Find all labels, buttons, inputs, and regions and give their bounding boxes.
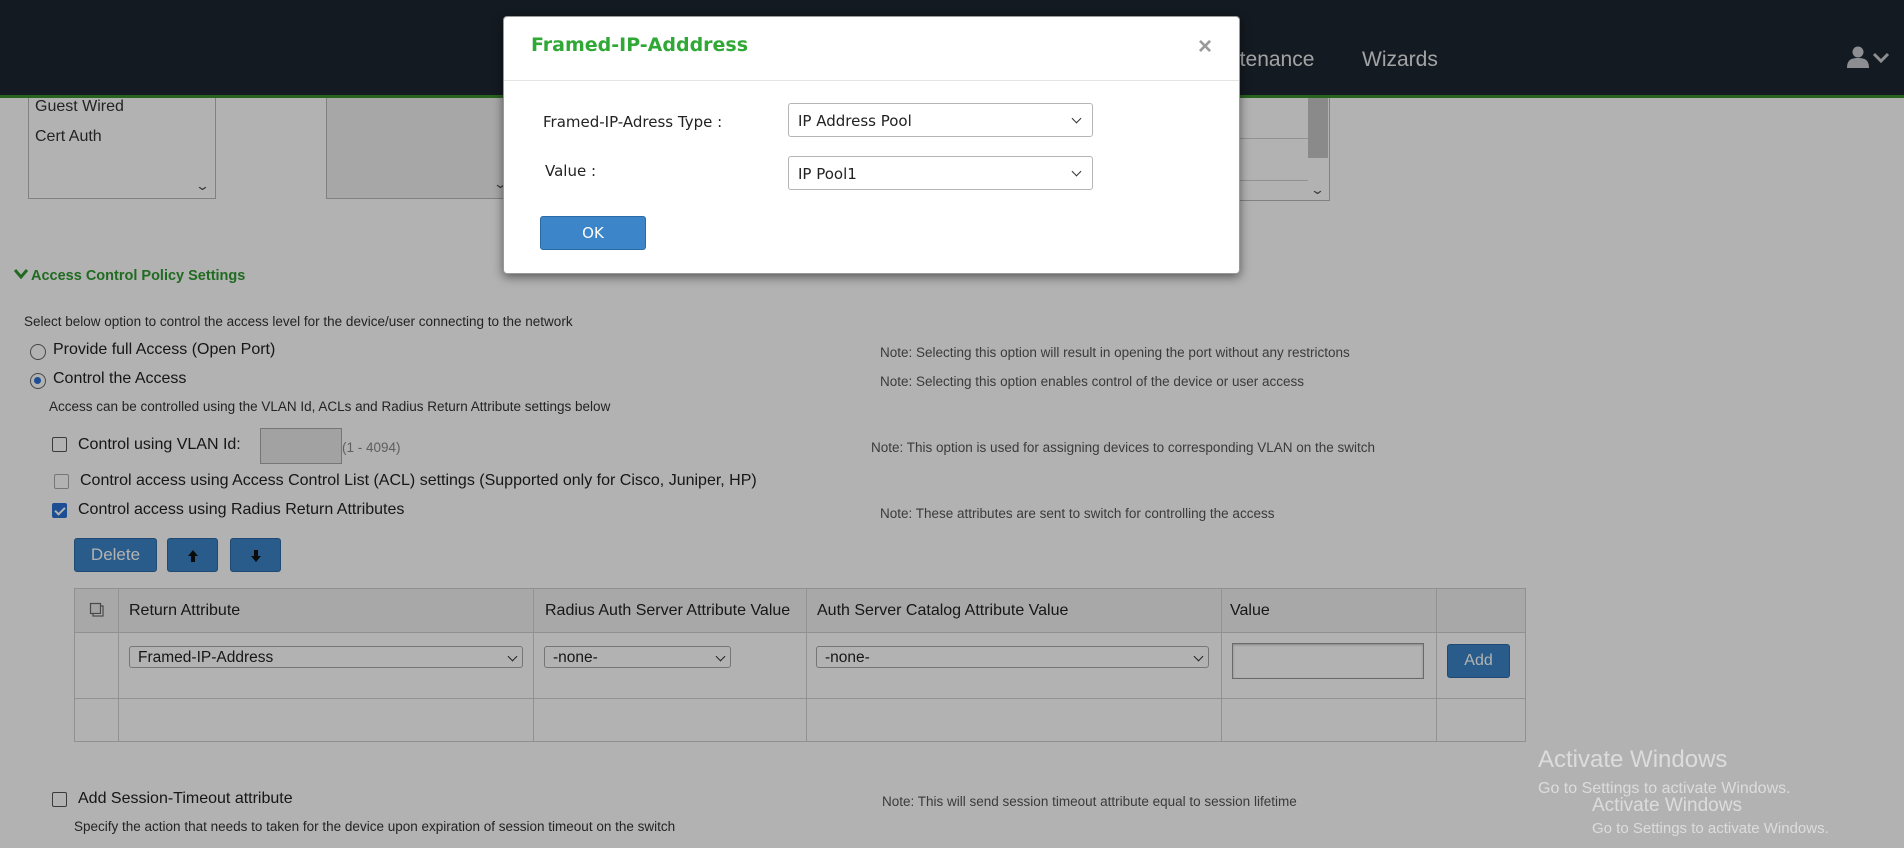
ok-button[interactable]: OK [540, 216, 646, 250]
chevron-down-icon [1071, 113, 1082, 124]
ip-pool-value: IP Pool1 [798, 165, 857, 183]
ip-type-label: Framed-IP-Adress Type : [543, 113, 723, 131]
dialog-divider [504, 80, 1239, 81]
dialog-title: Framed-IP-Adddress [531, 34, 749, 56]
ip-type-value: IP Address Pool [798, 112, 912, 130]
activate-windows-subtitle: Go to Settings to activate Windows. [1592, 820, 1829, 837]
value-label: Value : [545, 162, 597, 180]
framed-ip-address-dialog: Framed-IP-Adddress × Framed-IP-Adress Ty… [503, 16, 1240, 274]
ip-pool-select[interactable]: IP Pool1 [788, 156, 1093, 190]
activate-windows-title: Activate Windows [1592, 795, 1742, 816]
close-icon[interactable]: × [1198, 33, 1212, 61]
ip-type-select[interactable]: IP Address Pool [788, 103, 1093, 137]
activate-windows-title: Activate Windows [1538, 746, 1728, 773]
chevron-down-icon [1071, 166, 1082, 177]
